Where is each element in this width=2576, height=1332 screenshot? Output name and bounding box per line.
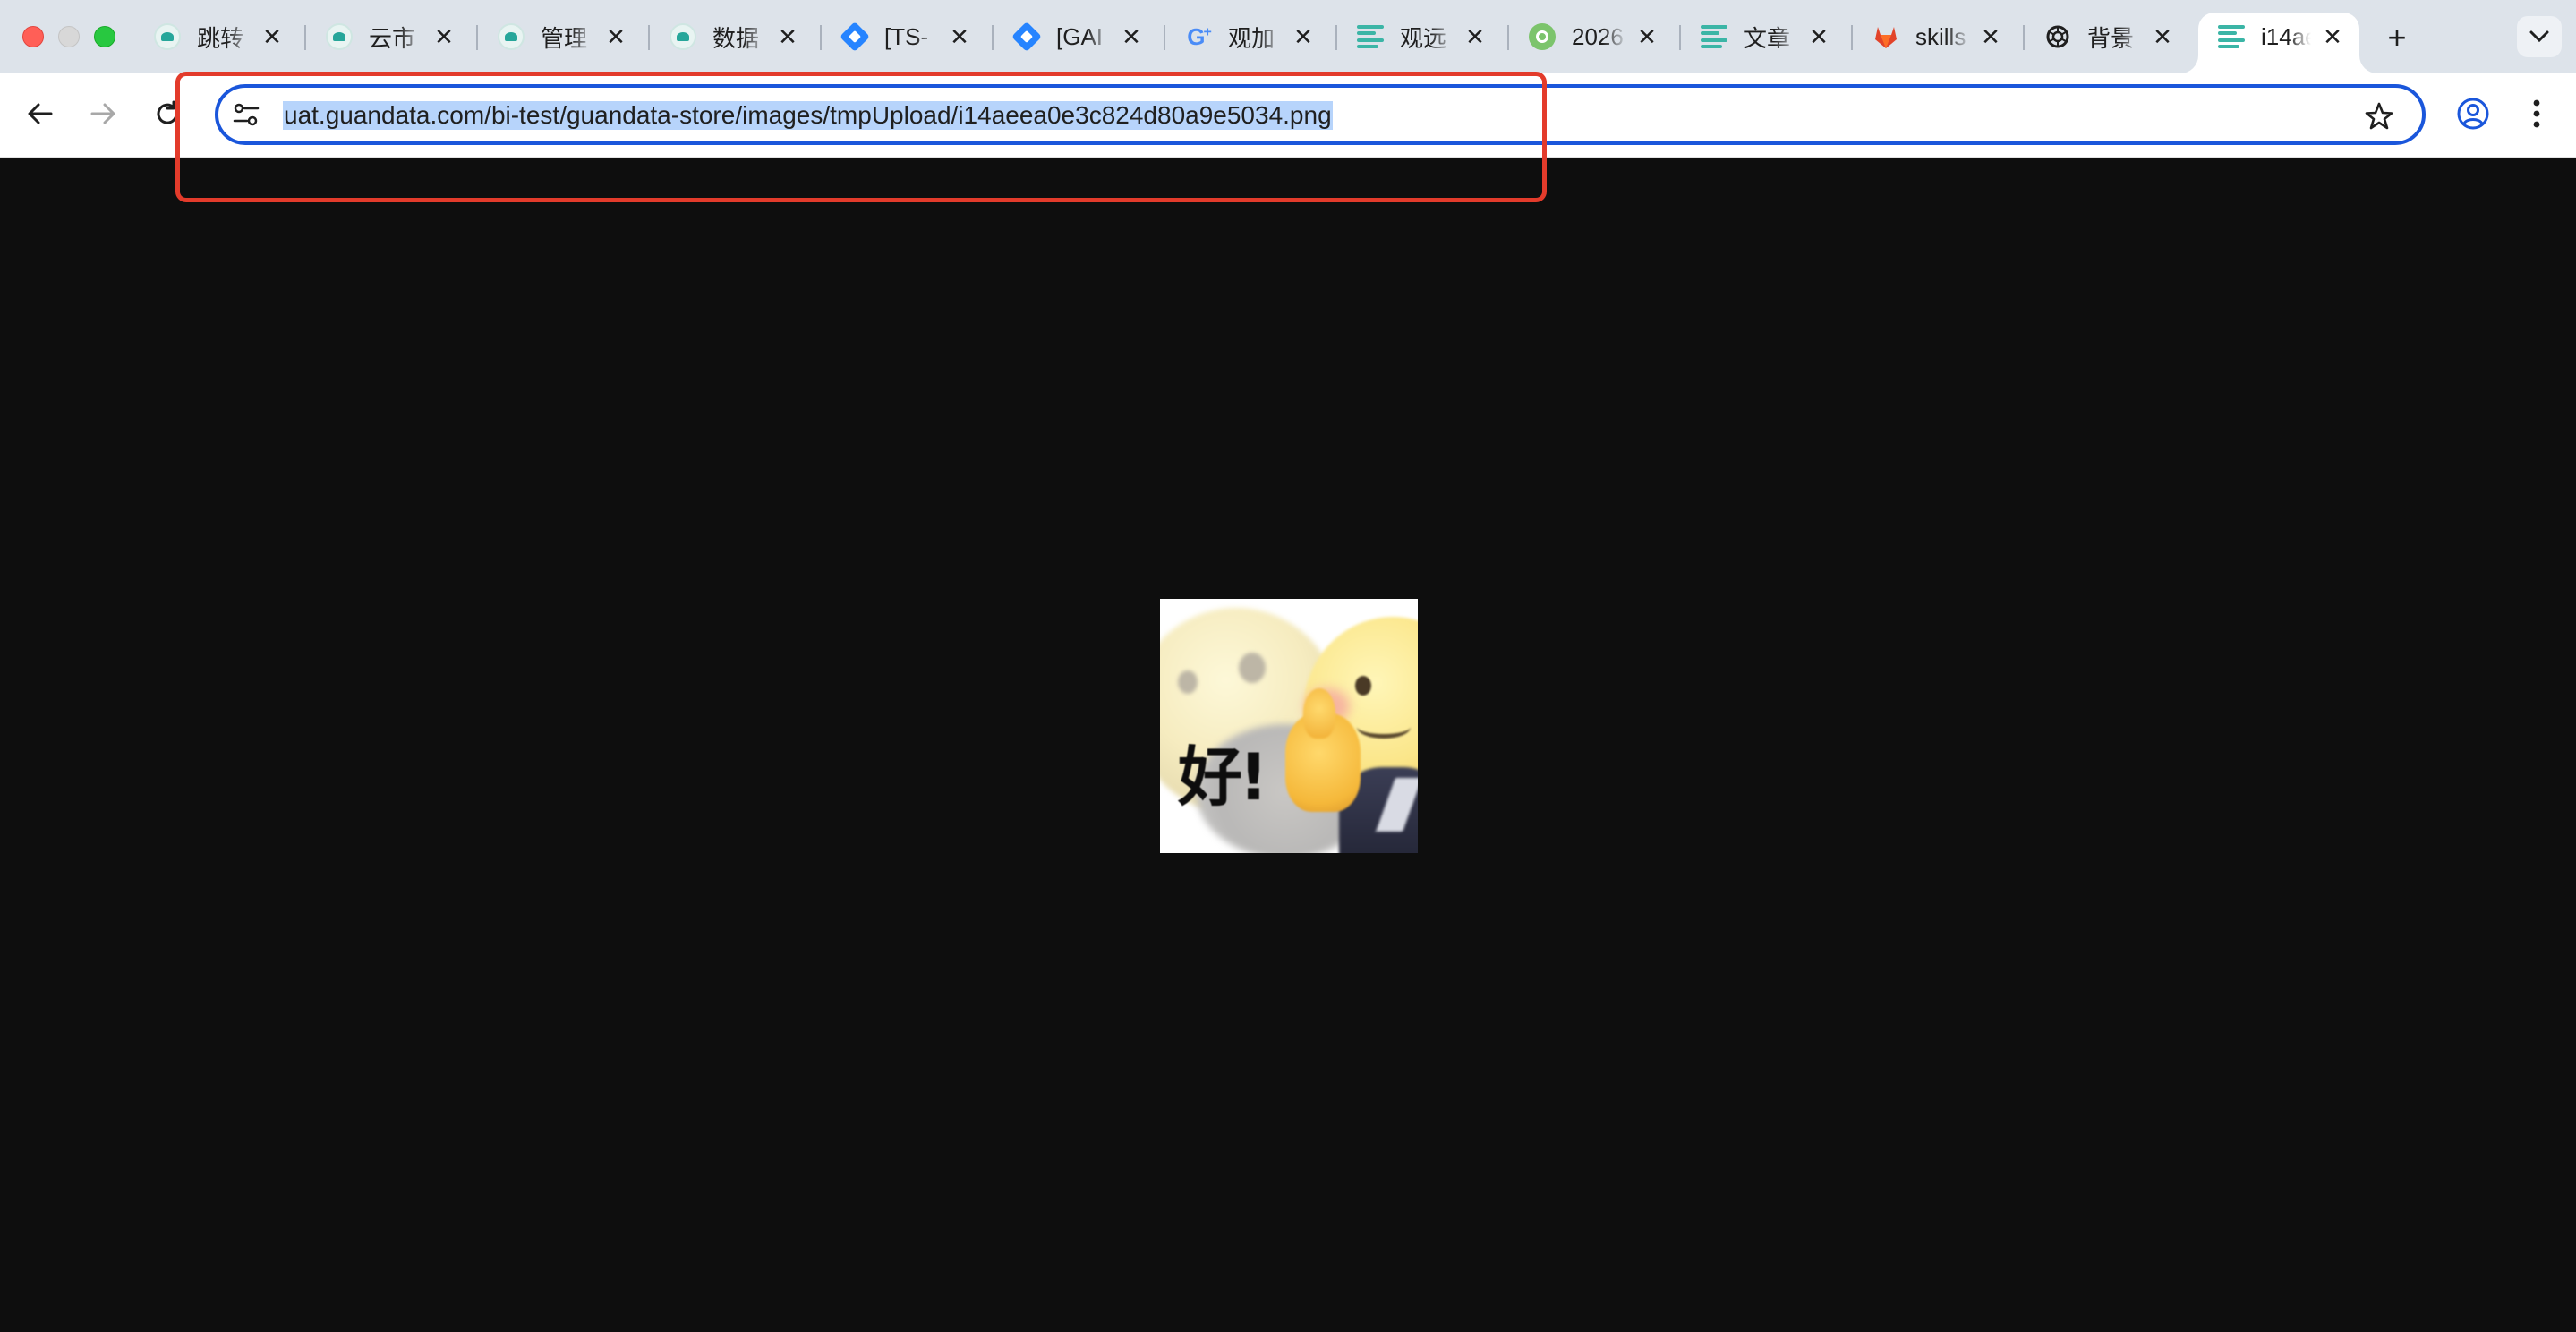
tab-close-icon[interactable]: ✕ — [1976, 22, 2005, 51]
tab-title: 观加 — [1228, 24, 1275, 52]
url-text[interactable]: uat.guandata.com/bi-test/guandata-store/… — [283, 101, 1333, 130]
google-plus-icon: G+ — [1187, 22, 1212, 50]
tab-3[interactable]: 数据 ✕ — [650, 13, 815, 61]
tab-11[interactable]: 背景 ✕ — [2025, 13, 2189, 61]
window-maximize-button[interactable] — [94, 26, 115, 47]
profile-button[interactable] — [2452, 93, 2494, 134]
tab-title: 2026 — [1572, 22, 1624, 50]
window-close-button[interactable] — [22, 26, 44, 47]
tab-title: i14ae — [2261, 22, 2311, 50]
tab-title: [GAI — [1056, 22, 1104, 50]
tab-close-icon[interactable]: ✕ — [773, 22, 802, 51]
tab-strip: 跳转 ✕ 云市 ✕ 管理 ✕ 数据 ✕ [TS- ✕ [GAI ✕ G+ 观加 … — [0, 0, 2576, 73]
tab-title: 背景 — [2087, 24, 2135, 52]
bookmark-button[interactable] — [2361, 98, 2397, 134]
tab-title: 云市 — [369, 24, 416, 52]
jira-icon — [1011, 21, 1042, 52]
star-icon — [2365, 102, 2393, 130]
site-info-button[interactable] — [231, 99, 261, 130]
openai-icon — [2043, 21, 2073, 52]
tab-6[interactable]: G+ 观加 ✕ — [1165, 13, 1330, 61]
tab-title: 观远 — [1400, 24, 1447, 52]
image-caption-text: 好! — [1178, 739, 1268, 815]
tab-2[interactable]: 管理 ✕ — [478, 13, 643, 61]
arrow-left-icon — [28, 103, 53, 124]
tab-7[interactable]: 观远 ✕ — [1337, 13, 1502, 61]
doc-lines-icon — [1355, 21, 1386, 52]
tab-title: 文章 — [1744, 24, 1791, 52]
tab-close-icon[interactable]: ✕ — [945, 22, 974, 51]
guandata-icon — [496, 21, 526, 52]
tab-4[interactable]: [TS- ✕ — [822, 13, 986, 61]
tune-icon — [233, 103, 260, 126]
tab-close-icon[interactable]: ✕ — [430, 22, 458, 51]
forward-button[interactable] — [81, 91, 125, 136]
tab-title: [TS- — [884, 22, 929, 50]
tab-close-icon[interactable]: ✕ — [1804, 22, 1833, 51]
more-vertical-icon — [2533, 99, 2540, 128]
tab-9[interactable]: 文章 ✕ — [1681, 13, 1846, 61]
back-button[interactable] — [18, 91, 63, 136]
browser-toolbar: uat.guandata.com/bi-test/guandata-store/… — [0, 73, 2576, 158]
tab-close-icon[interactable]: ✕ — [1289, 22, 1318, 51]
tab-close-icon[interactable]: ✕ — [2318, 22, 2347, 51]
guandata-icon — [668, 21, 698, 52]
tab-close-icon[interactable]: ✕ — [2148, 22, 2177, 51]
guandata-icon — [152, 21, 183, 52]
new-tab-button[interactable]: + — [2377, 18, 2417, 57]
tab-8[interactable]: 2026 ✕ — [1509, 13, 1674, 61]
viewed-image: 好! — [1160, 599, 1418, 853]
tab-close-icon[interactable]: ✕ — [1461, 22, 1489, 51]
tab-5[interactable]: [GAI ✕ — [994, 13, 1158, 61]
green-circle-icon — [1527, 21, 1557, 52]
browser-menu-button[interactable] — [2519, 93, 2555, 134]
tab-12-active[interactable]: i14ae ✕ — [2198, 13, 2359, 73]
tab-close-icon[interactable]: ✕ — [258, 22, 286, 51]
chevron-down-icon — [2529, 30, 2549, 43]
tab-search-button[interactable] — [2517, 16, 2562, 57]
reload-icon — [157, 100, 178, 124]
tab-title: 跳转 — [197, 24, 244, 52]
address-bar[interactable]: uat.guandata.com/bi-test/guandata-store/… — [215, 84, 2426, 145]
arrow-right-icon — [90, 103, 115, 124]
account-circle-icon — [2457, 98, 2489, 130]
doc-lines-icon — [2216, 21, 2247, 52]
jira-icon — [840, 21, 870, 52]
guandata-icon — [324, 21, 354, 52]
tab-10[interactable]: skills ✕ — [1853, 13, 2017, 61]
tab-title: skills — [1915, 22, 1966, 50]
tab-title: 管理 — [541, 24, 588, 52]
doc-lines-icon — [1699, 21, 1729, 52]
tab-title: 数据 — [712, 24, 760, 52]
tab-close-icon[interactable]: ✕ — [1117, 22, 1146, 51]
reload-button[interactable] — [145, 91, 190, 136]
window-minimize-button[interactable] — [58, 26, 80, 47]
tab-close-icon[interactable]: ✕ — [601, 22, 630, 51]
tab-1[interactable]: 云市 ✕ — [306, 13, 471, 61]
tab-close-icon[interactable]: ✕ — [1633, 22, 1661, 51]
gitlab-icon — [1871, 21, 1901, 52]
tab-0[interactable]: 跳转 ✕ — [134, 13, 299, 61]
